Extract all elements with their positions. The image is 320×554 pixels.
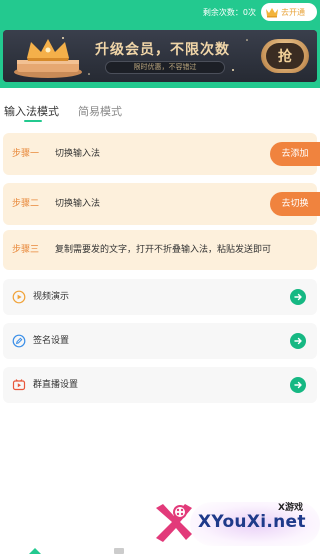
menu-item-video-demo[interactable]: 视频演示 <box>3 279 317 315</box>
banner-title: 升级会员，不限次数 <box>95 42 230 58</box>
step-text: 切换输入法 <box>55 149 101 159</box>
grab-button[interactable]: 抢 <box>261 39 309 73</box>
step-text: 切换输入法 <box>55 199 101 209</box>
site-watermark: X游戏 XYouXi.net <box>150 496 320 554</box>
menu-label: 群直播设置 <box>33 380 79 390</box>
menu-label: 签名设置 <box>33 336 70 346</box>
pen-icon <box>12 334 26 348</box>
step-card-1: 步骤一 切换输入法 去添加 <box>3 133 320 175</box>
arrow-right-icon[interactable] <box>290 333 306 349</box>
top-header: 剩余次数：0次 去开通 升级会员，不限次数 限时优惠，不容错过 抢 <box>0 0 320 88</box>
menu-item-group-live-settings[interactable]: 群直播设置 <box>3 367 317 403</box>
grab-label: 抢 <box>266 43 304 69</box>
tab-simple-mode[interactable]: 简易模式 <box>78 104 122 120</box>
banner-subtitle: 限时优惠，不容错过 <box>105 61 225 74</box>
remaining-count: 剩余次数：0次 <box>202 8 256 17</box>
step-card-3: 步骤三 复制需要发的文字，打开不折叠输入法，粘贴发送即可 <box>3 230 317 270</box>
menu-label: 视频演示 <box>33 292 70 302</box>
live-video-icon <box>12 379 26 391</box>
arrow-right-icon[interactable] <box>290 377 306 393</box>
arrow-right-icon[interactable] <box>290 289 306 305</box>
step-tag: 步骤二 <box>12 199 40 209</box>
step-tag: 步骤一 <box>12 149 40 159</box>
menu-item-signature-settings[interactable]: 签名设置 <box>3 323 317 359</box>
watermark-site: XYouXi.net <box>198 512 306 532</box>
tab-input-method-mode[interactable]: 输入法模式 <box>4 104 59 120</box>
xyouxi-logo-icon <box>156 504 192 542</box>
active-tab-indicator <box>24 120 42 122</box>
play-circle-icon <box>12 290 26 304</box>
crown-illustration-icon <box>14 39 82 78</box>
crown-icon <box>266 8 278 18</box>
tools-tab-icon[interactable] <box>112 545 126 554</box>
home-tab-icon[interactable] <box>28 545 42 554</box>
open-vip-button[interactable]: 去开通 <box>261 3 317 21</box>
step-tag: 步骤三 <box>12 245 40 255</box>
mode-tabs: 输入法模式 简易模式 <box>0 104 320 126</box>
open-vip-label: 去开通 <box>281 7 305 17</box>
step-card-2: 步骤二 切换输入法 去切换 <box>3 183 320 225</box>
vip-banner[interactable]: 升级会员，不限次数 限时优惠，不容错过 抢 <box>3 30 317 82</box>
switch-button[interactable]: 去切换 <box>270 192 320 216</box>
step-text: 复制需要发的文字，打开不折叠输入法，粘贴发送即可 <box>55 245 272 255</box>
add-button[interactable]: 去添加 <box>270 142 320 166</box>
